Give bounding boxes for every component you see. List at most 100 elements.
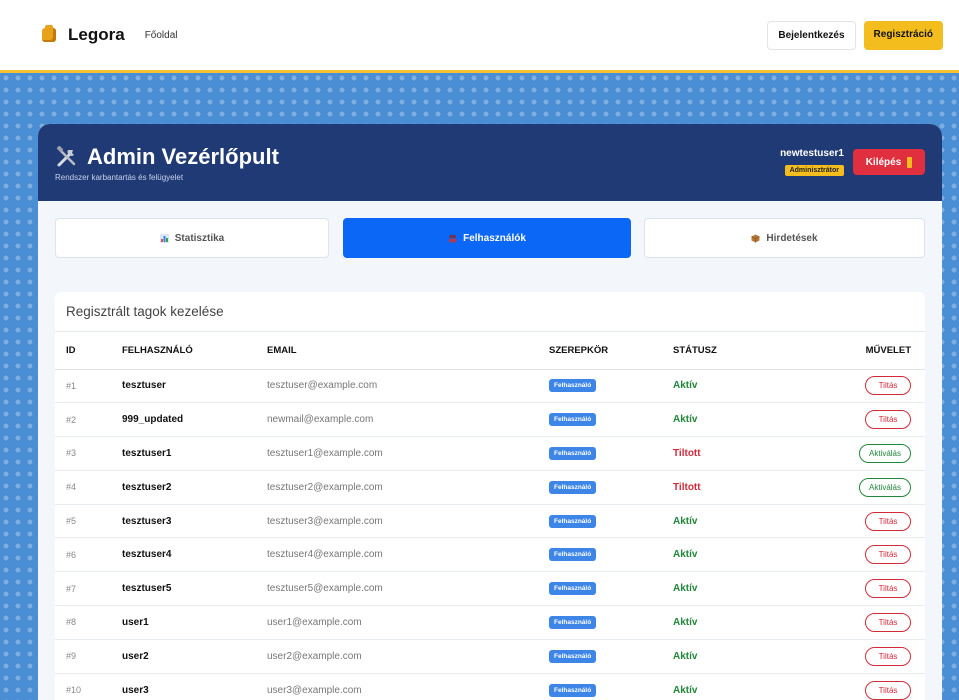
col-email: EMAIL — [267, 332, 549, 370]
role-pill: Felhasználó — [549, 413, 597, 427]
nav-actions: Bejelentkezés Regisztráció — [767, 20, 943, 50]
ban-button[interactable]: Tiltás — [865, 579, 911, 599]
table-row: #10 user3 user3@example.com Felhasználó Aktí… — [55, 673, 925, 700]
cell-email: tesztuser5@example.com — [267, 571, 549, 607]
cell-email: tesztuser2@example.com — [267, 470, 549, 505]
admin-header: Admin Vezérlőpult Rendszer karbantartás … — [38, 124, 942, 201]
ban-button[interactable]: Tiltás — [865, 376, 911, 396]
cell-role: Felhasználó — [549, 436, 673, 471]
ban-button[interactable]: Tiltás — [865, 545, 911, 565]
cell-role: Felhasználó — [549, 504, 673, 539]
role-pill: Felhasználó — [549, 514, 597, 528]
cell-email: tesztuser4@example.com — [267, 537, 549, 573]
col-action: MŰVELET — [813, 332, 925, 370]
table-row: #7 tesztuser5 tesztuser5@example.com Felhas… — [55, 571, 925, 607]
cell-status: Aktív — [673, 504, 813, 539]
cell-id: #8 — [55, 605, 122, 640]
login-button[interactable]: Bejelentkezés — [767, 20, 856, 50]
cell-action: Tiltás — [813, 571, 925, 607]
page-subtitle: Rendszer karbantartás és felügyelet — [55, 173, 184, 182]
cell-status: Aktív — [673, 369, 813, 404]
role-badge: Adminisztrátor — [784, 165, 844, 176]
register-button[interactable]: Regisztráció — [863, 20, 943, 50]
table-row: #2 999_updated newmail@example.com Felhaszn… — [55, 402, 925, 438]
navbar: Legora Főoldal Bejelentkezés Regisztráci… — [0, 0, 959, 73]
table-row: #4 tesztuser2 tesztuser2@example.com Felhas… — [55, 470, 925, 505]
cell-status: Aktív — [673, 639, 813, 674]
cell-role: Felhasználó — [549, 639, 673, 674]
table-row: #3 tesztuser1 tesztuser1@example.com Felhas… — [55, 436, 925, 471]
table-row: #6 tesztuser4 tesztuser4@example.com Felhas… — [55, 537, 925, 573]
ban-button[interactable]: Tiltás — [865, 680, 911, 700]
table-body: #1 tesztuser tesztuser@example.com Felhaszn… — [55, 369, 925, 700]
cell-action: Tiltás — [813, 369, 925, 404]
cell-role: Felhasználó — [549, 673, 673, 700]
status-text: Tiltott — [673, 447, 701, 459]
ban-button[interactable]: Tiltás — [865, 410, 911, 430]
cell-user: tesztuser1 — [122, 436, 267, 471]
cell-email: tesztuser3@example.com — [267, 504, 549, 539]
tab-listings[interactable]: Hirdetések — [644, 218, 925, 258]
cell-status: Tiltott — [673, 436, 813, 471]
cell-id: #2 — [55, 402, 122, 438]
role-pill: Felhasználó — [549, 548, 597, 562]
cell-id: #7 — [55, 571, 122, 607]
col-role: SZEREPKÖR — [549, 332, 673, 370]
page-title: Admin Vezérlőpult — [55, 144, 279, 170]
nav-link-home[interactable]: Főoldal — [145, 30, 178, 41]
tab-users-label: Felhasználók — [463, 232, 526, 244]
cell-status: Aktív — [673, 673, 813, 700]
cell-status: Aktív — [673, 402, 813, 438]
status-text: Tiltott — [673, 481, 701, 493]
role-pill: Felhasználó — [549, 615, 597, 629]
cell-user: user2 — [122, 639, 267, 674]
cell-role: Felhasználó — [549, 537, 673, 573]
cell-action: Tiltás — [813, 673, 925, 700]
cell-user: user3 — [122, 673, 267, 700]
cell-email: user1@example.com — [267, 605, 549, 640]
table-row: #9 user2 user2@example.com Felhasználó Aktív… — [55, 639, 925, 674]
cell-id: #3 — [55, 436, 122, 471]
cell-action: Tiltás — [813, 639, 925, 674]
cell-email: user2@example.com — [267, 639, 549, 674]
role-pill: Felhasználó — [549, 683, 597, 697]
status-text: Aktív — [673, 549, 698, 561]
cell-user: tesztuser — [122, 369, 267, 404]
admin-card: Admin Vezérlőpult Rendszer karbantartás … — [38, 124, 942, 700]
ban-button[interactable]: Tiltás — [865, 646, 911, 666]
door-icon — [907, 156, 913, 168]
tab-users[interactable]: Felhasználók — [343, 218, 631, 258]
tab-listings-label: Hirdetések — [766, 232, 818, 244]
cell-role: Felhasználó — [549, 605, 673, 640]
cell-id: #1 — [55, 369, 122, 404]
logout-button[interactable]: Kilépés — [853, 149, 925, 175]
panel-title: Regisztrált tagok kezelése — [55, 292, 925, 332]
cell-action: Tiltás — [813, 504, 925, 539]
activate-button[interactable]: Aktiválás — [858, 443, 911, 463]
table-row: #1 tesztuser tesztuser@example.com Felhaszn… — [55, 369, 925, 404]
ban-button[interactable]: Tiltás — [865, 511, 911, 531]
activate-button[interactable]: Aktiválás — [858, 477, 911, 497]
table-row: #5 tesztuser3 tesztuser3@example.com Felhas… — [55, 504, 925, 539]
table-row: #8 user1 user1@example.com Felhasználó Aktív… — [55, 605, 925, 640]
brand[interactable]: Legora — [42, 25, 125, 45]
cell-action: Tiltás — [813, 605, 925, 640]
cell-email: newmail@example.com — [267, 402, 549, 438]
logout-label: Kilépés — [865, 156, 902, 168]
cell-email: tesztuser1@example.com — [267, 436, 549, 471]
status-text: Aktív — [673, 515, 698, 527]
cell-role: Felhasználó — [549, 470, 673, 505]
users-panel: Regisztrált tagok kezelése ID FELHASZNÁL… — [55, 292, 925, 700]
status-text: Aktív — [673, 650, 698, 662]
cell-action: Aktiválás — [813, 470, 925, 505]
role-pill: Felhasználó — [549, 649, 597, 663]
cell-user: user1 — [122, 605, 267, 640]
ban-button[interactable]: Tiltás — [865, 612, 911, 632]
status-text: Aktív — [673, 583, 698, 595]
role-pill: Felhasználó — [549, 446, 597, 460]
cell-action: Tiltás — [813, 537, 925, 573]
tab-statistics[interactable]: Statisztika — [55, 218, 329, 258]
status-text: Aktív — [673, 414, 698, 426]
cell-role: Felhasználó — [549, 402, 673, 438]
table-header-row: ID FELHASZNÁLÓ EMAIL SZEREPKÖR STÁTUSZ M… — [55, 332, 925, 370]
